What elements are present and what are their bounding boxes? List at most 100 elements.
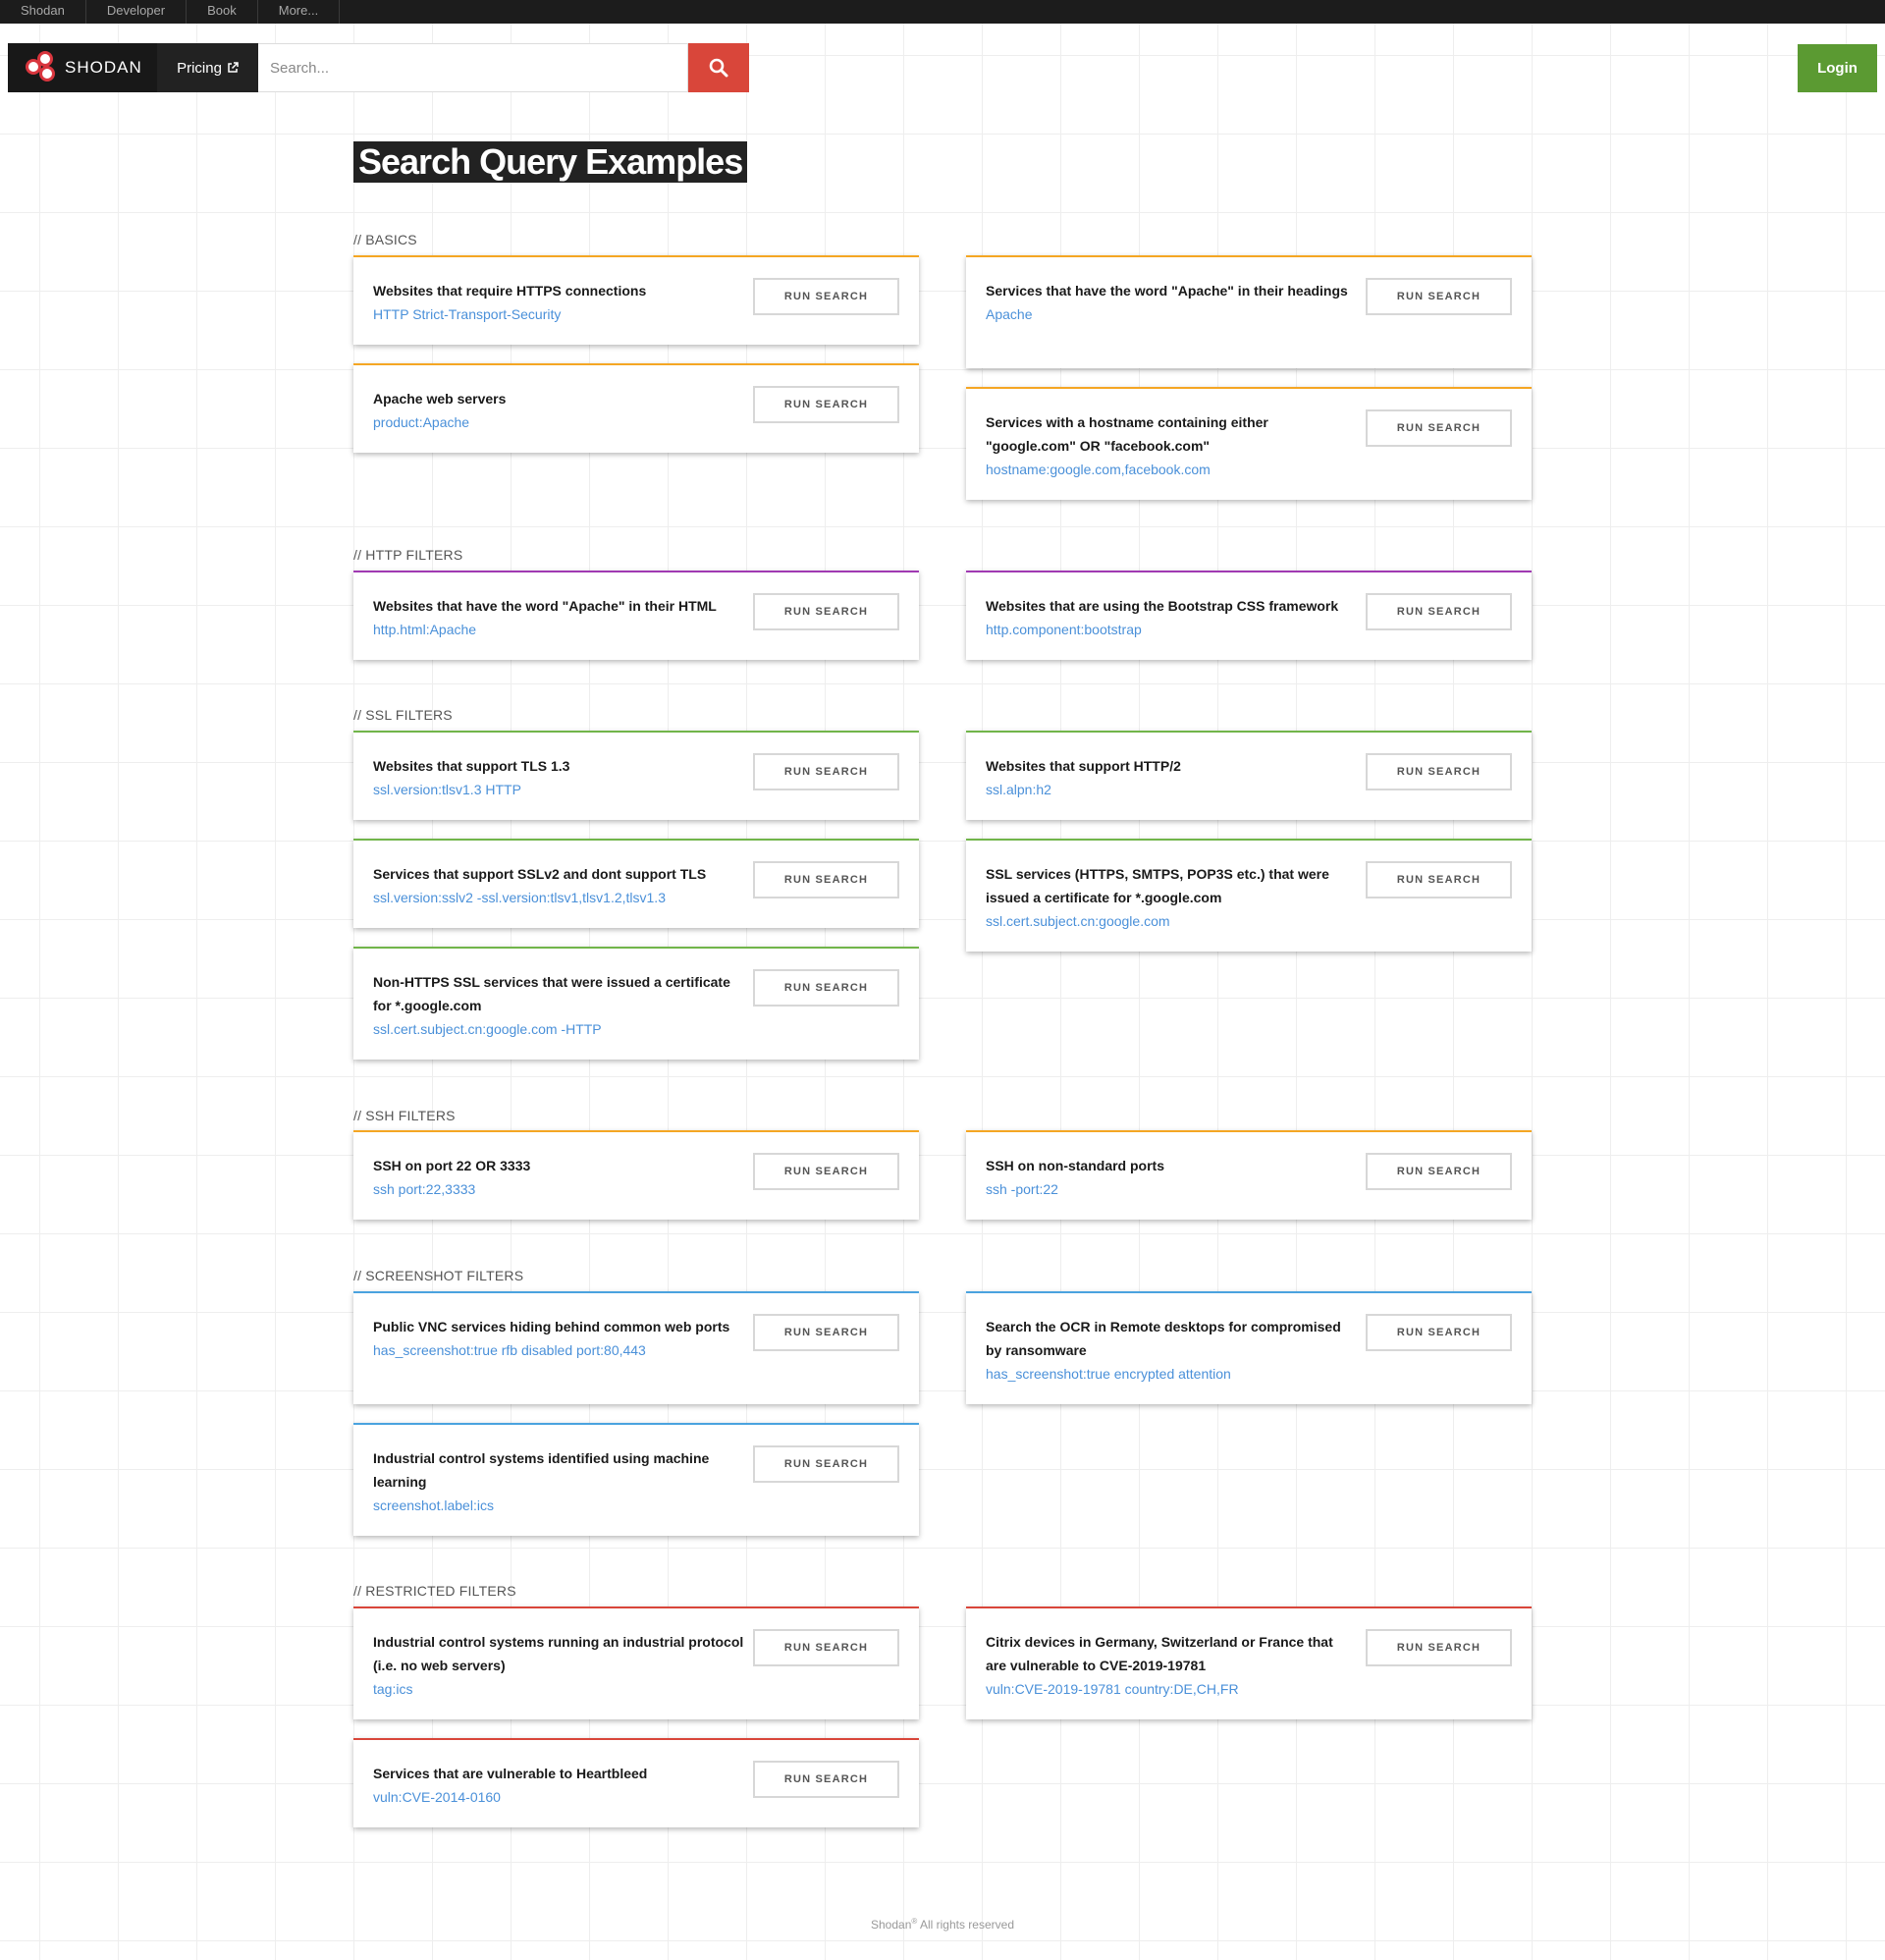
run-search-button[interactable]: RUN SEARCH <box>753 753 899 790</box>
run-search-button[interactable]: RUN SEARCH <box>753 1445 899 1483</box>
footer: Shodan® All rights reserved <box>0 1917 1885 1932</box>
card-title: SSH on non-standard ports <box>986 1158 1164 1173</box>
footer-brand: Shodan <box>871 1918 912 1932</box>
run-search-button[interactable]: RUN SEARCH <box>1366 409 1512 447</box>
query-card: SSL services (HTTPS, SMTPS, POP3S etc.) … <box>966 839 1532 952</box>
card-title: Websites that support HTTP/2 <box>986 758 1181 774</box>
run-search-button[interactable]: RUN SEARCH <box>753 1629 899 1666</box>
run-search-button[interactable]: RUN SEARCH <box>753 278 899 315</box>
top-nav-shodan[interactable]: Shodan <box>0 0 86 24</box>
card-title: Industrial control systems running an in… <box>373 1634 744 1673</box>
run-search-button[interactable]: RUN SEARCH <box>753 593 899 630</box>
top-nav-developer[interactable]: Developer <box>86 0 188 24</box>
page-title: Search Query Examples <box>353 141 748 183</box>
run-search-button[interactable]: RUN SEARCH <box>1366 1629 1512 1666</box>
card-query-link[interactable]: hostname:google.com,facebook.com <box>986 458 1357 481</box>
section-heading-basics: // BASICS <box>353 232 417 247</box>
search-icon <box>709 58 728 78</box>
card-title: Services that are vulnerable to Heartble… <box>373 1766 648 1781</box>
pricing-label: Pricing <box>177 59 222 77</box>
card-title: Search the OCR in Remote desktops for co… <box>986 1319 1341 1358</box>
brand-name: SHODAN <box>65 58 142 77</box>
query-card: Industrial control systems running an in… <box>353 1606 919 1719</box>
query-card: Services that are vulnerable to Heartble… <box>353 1738 919 1827</box>
external-link-icon <box>228 62 239 73</box>
query-card: Websites that have the word "Apache" in … <box>353 571 919 660</box>
card-query-link[interactable]: http.component:bootstrap <box>986 618 1357 641</box>
card-title: Apache web servers <box>373 391 507 407</box>
footer-rights: All rights reserved <box>917 1918 1014 1932</box>
query-card: Services with a hostname containing eith… <box>966 387 1532 500</box>
query-card: SSH on non-standard ports ssh -port:22 RU… <box>966 1130 1532 1220</box>
card-title: Citrix devices in Germany, Switzerland o… <box>986 1634 1333 1673</box>
top-nav-book[interactable]: Book <box>187 0 258 24</box>
card-query-link[interactable]: ssh -port:22 <box>986 1177 1357 1201</box>
card-query-link[interactable]: HTTP Strict-Transport-Security <box>373 302 744 326</box>
card-title: Websites that have the word "Apache" in … <box>373 598 717 614</box>
run-search-button[interactable]: RUN SEARCH <box>1366 1153 1512 1190</box>
card-query-link[interactable]: tag:ics <box>373 1677 744 1701</box>
card-title: Services that support SSLv2 and dont sup… <box>373 866 707 882</box>
section-heading-restricted-filters: // RESTRICTED FILTERS <box>353 1583 516 1599</box>
run-search-button[interactable]: RUN SEARCH <box>753 386 899 423</box>
pricing-link[interactable]: Pricing <box>157 43 258 92</box>
card-query-link[interactable]: Apache <box>986 302 1357 326</box>
run-search-button[interactable]: RUN SEARCH <box>753 861 899 898</box>
card-title: Non-HTTPS SSL services that were issued … <box>373 974 730 1013</box>
card-query-link[interactable]: has_screenshot:true rfb disabled port:80… <box>373 1338 744 1362</box>
query-card: Public VNC services hiding behind common… <box>353 1291 919 1404</box>
card-query-link[interactable]: screenshot.label:ics <box>373 1494 744 1517</box>
card-query-link[interactable]: ssl.cert.subject.cn:google.com <box>986 909 1357 933</box>
card-title: Services with a hostname containing eith… <box>986 414 1268 454</box>
top-nav-bar: Shodan Developer Book More... <box>0 0 1885 24</box>
card-title: Industrial control systems identified us… <box>373 1450 710 1490</box>
card-title: SSL services (HTTPS, SMTPS, POP3S etc.) … <box>986 866 1329 905</box>
run-search-button[interactable]: RUN SEARCH <box>1366 1314 1512 1351</box>
card-title: Services that have the word "Apache" in … <box>986 283 1348 299</box>
section-heading-ssl-filters: // SSL FILTERS <box>353 707 453 723</box>
shodan-logo-icon <box>26 51 59 84</box>
card-query-link[interactable]: ssl.version:tlsv1.3 HTTP <box>373 778 744 801</box>
card-title: Public VNC services hiding behind common… <box>373 1319 730 1334</box>
query-card: Search the OCR in Remote desktops for co… <box>966 1291 1532 1404</box>
search-input[interactable] <box>258 43 688 92</box>
query-card: SSH on port 22 OR 3333 ssh port:22,3333 R… <box>353 1130 919 1220</box>
run-search-button[interactable]: RUN SEARCH <box>753 969 899 1007</box>
query-card: Services that have the word "Apache" in … <box>966 255 1532 368</box>
card-title: Websites that require HTTPS connections <box>373 283 647 299</box>
card-title: Websites that are using the Bootstrap CS… <box>986 598 1339 614</box>
query-card: Websites that are using the Bootstrap CS… <box>966 571 1532 660</box>
card-query-link[interactable]: vuln:CVE-2014-0160 <box>373 1785 744 1809</box>
query-card: Non-HTTPS SSL services that were issued … <box>353 947 919 1060</box>
run-search-button[interactable]: RUN SEARCH <box>1366 753 1512 790</box>
query-card: Websites that support TLS 1.3 ssl.version… <box>353 731 919 820</box>
section-heading-ssh-filters: // SSH FILTERS <box>353 1108 456 1123</box>
card-query-link[interactable]: ssl.cert.subject.cn:google.com -HTTP <box>373 1017 744 1041</box>
card-title: Websites that support TLS 1.3 <box>373 758 570 774</box>
card-query-link[interactable]: vuln:CVE-2019-19781 country:DE,CH,FR <box>986 1677 1357 1701</box>
run-search-button[interactable]: RUN SEARCH <box>753 1761 899 1798</box>
top-nav-more[interactable]: More... <box>258 0 341 24</box>
shodan-logo-link[interactable]: SHODAN <box>8 43 157 92</box>
query-card: Apache web servers product:Apache RUN SEA… <box>353 363 919 453</box>
query-card: Industrial control systems identified us… <box>353 1423 919 1536</box>
run-search-button[interactable]: RUN SEARCH <box>1366 278 1512 315</box>
card-query-link[interactable]: has_screenshot:true encrypted attention <box>986 1362 1357 1386</box>
run-search-button[interactable]: RUN SEARCH <box>1366 593 1512 630</box>
section-heading-http-filters: // HTTP FILTERS <box>353 547 463 563</box>
card-query-link[interactable]: product:Apache <box>373 410 744 434</box>
query-card: Websites that require HTTPS connections H… <box>353 255 919 345</box>
query-card: Citrix devices in Germany, Switzerland o… <box>966 1606 1532 1719</box>
card-query-link[interactable]: http.html:Apache <box>373 618 744 641</box>
query-card: Websites that support HTTP/2 ssl.alpn:h2 … <box>966 731 1532 820</box>
card-title: SSH on port 22 OR 3333 <box>373 1158 531 1173</box>
card-query-link[interactable]: ssl.version:sslv2 -ssl.version:tlsv1,tls… <box>373 886 744 909</box>
run-search-button[interactable]: RUN SEARCH <box>753 1153 899 1190</box>
search-button[interactable] <box>688 43 749 92</box>
card-query-link[interactable]: ssh port:22,3333 <box>373 1177 744 1201</box>
run-search-button[interactable]: RUN SEARCH <box>1366 861 1512 898</box>
query-card: Services that support SSLv2 and dont sup… <box>353 839 919 928</box>
card-query-link[interactable]: ssl.alpn:h2 <box>986 778 1357 801</box>
run-search-button[interactable]: RUN SEARCH <box>753 1314 899 1351</box>
login-button[interactable]: Login <box>1798 44 1877 92</box>
